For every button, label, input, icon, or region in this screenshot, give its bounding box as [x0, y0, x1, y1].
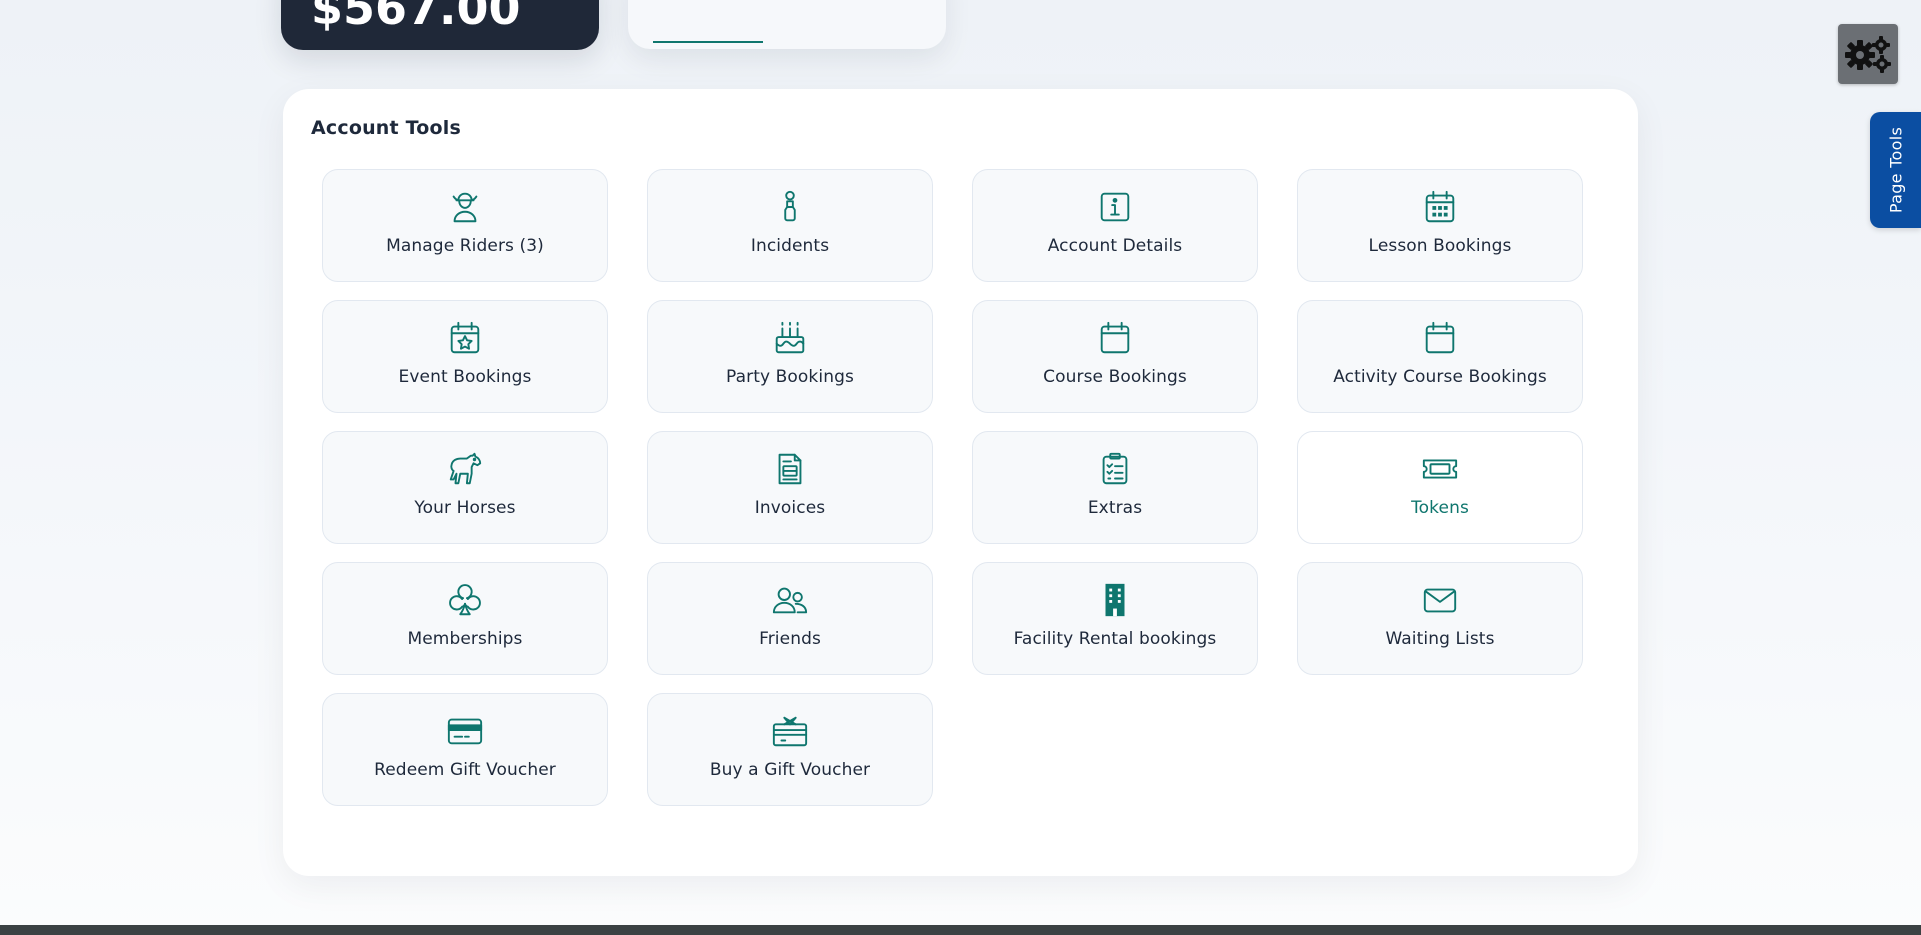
calendar-icon — [1420, 318, 1460, 358]
tool-label: Account Details — [1047, 236, 1183, 256]
ticket-icon — [1420, 449, 1460, 489]
tool-incidents[interactable]: Incidents — [647, 169, 933, 282]
horse-icon — [445, 449, 485, 489]
credit-card-icon — [445, 711, 485, 751]
summary-card — [628, 0, 946, 49]
account-tools-panel: Account Tools Manage Riders (3) Incident… — [283, 89, 1638, 876]
tool-label: Buy a Gift Voucher — [709, 760, 871, 780]
tool-label: Friends — [759, 629, 821, 649]
calendar-star-icon — [445, 318, 485, 358]
tool-label: Memberships — [407, 629, 523, 649]
info-icon — [1095, 187, 1135, 227]
gears-icon — [1845, 36, 1891, 73]
tool-label: Lesson Bookings — [1368, 236, 1512, 256]
tool-label: Redeem Gift Voucher — [374, 760, 556, 780]
tool-label: Facility Rental bookings — [1013, 629, 1217, 649]
clipboard-checklist-icon — [1095, 449, 1135, 489]
page-tools-tab[interactable]: Page Tools — [1870, 112, 1921, 228]
account-tools-grid: Manage Riders (3) Incidents Account Deta… — [322, 169, 1583, 806]
tool-label: Invoices — [754, 498, 826, 518]
building-icon — [1095, 580, 1135, 620]
tool-account-details[interactable]: Account Details — [972, 169, 1258, 282]
tool-facility-rental-bookings[interactable]: Facility Rental bookings — [972, 562, 1258, 675]
tool-label: Course Bookings — [1043, 367, 1187, 387]
tool-buy-gift-voucher[interactable]: Buy a Gift Voucher — [647, 693, 933, 806]
tool-label: Tokens — [1411, 498, 1469, 518]
club-icon — [445, 580, 485, 620]
tool-label: Incidents — [750, 236, 830, 256]
tool-lesson-bookings[interactable]: Lesson Bookings — [1297, 169, 1583, 282]
card-link[interactable] — [653, 41, 763, 43]
rider-icon — [445, 187, 485, 227]
tool-label: Activity Course Bookings — [1333, 367, 1547, 387]
footer-bar — [0, 925, 1921, 935]
tool-label: Event Bookings — [398, 367, 532, 387]
tool-manage-riders[interactable]: Manage Riders (3) — [322, 169, 608, 282]
page-tools-label: Page Tools — [1886, 126, 1905, 214]
tool-invoices[interactable]: Invoices — [647, 431, 933, 544]
calendar-icon — [1095, 318, 1135, 358]
tool-course-bookings[interactable]: Course Bookings — [972, 300, 1258, 413]
tool-tokens[interactable]: Tokens — [1297, 431, 1583, 544]
tool-extras[interactable]: Extras — [972, 431, 1258, 544]
tool-label: Extras — [1087, 498, 1143, 518]
tool-event-bookings[interactable]: Event Bookings — [322, 300, 608, 413]
tool-memberships[interactable]: Memberships — [322, 562, 608, 675]
account-tools-title: Account Tools — [311, 117, 461, 139]
balance-card: $567.00 — [281, 0, 599, 50]
birthday-cake-icon — [770, 318, 810, 358]
tool-redeem-gift-voucher[interactable]: Redeem Gift Voucher — [322, 693, 608, 806]
tool-label: Your Horses — [414, 498, 516, 518]
incident-icon — [770, 187, 810, 227]
tool-activity-course-bookings[interactable]: Activity Course Bookings — [1297, 300, 1583, 413]
tool-your-horses[interactable]: Your Horses — [322, 431, 608, 544]
envelope-icon — [1420, 580, 1460, 620]
tool-label: Manage Riders (3) — [386, 236, 544, 256]
tool-party-bookings[interactable]: Party Bookings — [647, 300, 933, 413]
invoice-icon — [770, 449, 810, 489]
tool-label: Party Bookings — [726, 367, 854, 387]
tool-waiting-lists[interactable]: Waiting Lists — [1297, 562, 1583, 675]
users-icon — [770, 580, 810, 620]
tool-friends[interactable]: Friends — [647, 562, 933, 675]
calendar-grid-icon — [1420, 187, 1460, 227]
gift-icon — [770, 711, 810, 751]
balance-amount: $567.00 — [311, 0, 521, 35]
settings-button[interactable] — [1838, 24, 1898, 84]
tool-label: Waiting Lists — [1385, 629, 1495, 649]
